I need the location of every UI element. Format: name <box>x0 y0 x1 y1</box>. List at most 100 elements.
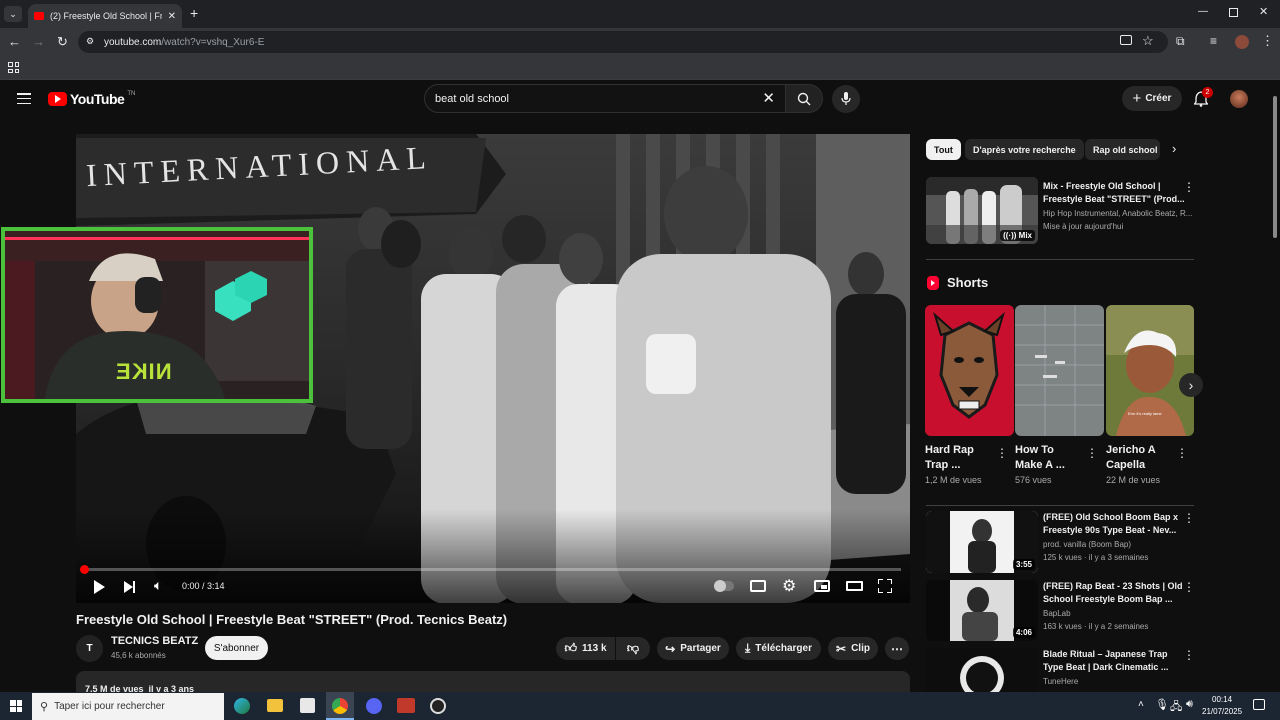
mix-more-icon[interactable]: ⋮ <box>1183 180 1195 194</box>
close-window-icon[interactable]: ✕ <box>1259 5 1268 18</box>
rec-more-icon-1[interactable]: ⋮ <box>1183 511 1195 525</box>
address-bar[interactable]: ⚙ youtube.com /watch?v=vshq_Xur6-E ☆ <box>78 31 1168 53</box>
back-icon[interactable]: ← <box>8 34 21 49</box>
windows-start-icon[interactable] <box>10 700 22 712</box>
rec-title-3a[interactable]: Blade Ritual – Japanese Trap <box>1043 648 1168 660</box>
short-title-2b[interactable]: Make A ... <box>1015 458 1065 472</box>
play-button[interactable] <box>94 580 105 594</box>
theater-mode-icon[interactable] <box>846 581 863 591</box>
store-app-icon[interactable] <box>300 698 315 713</box>
clock-date[interactable]: 21/07/2025 <box>1202 707 1242 716</box>
apps-grid-icon[interactable] <box>8 62 19 73</box>
short-thumbnail-3[interactable]: Erm it's really lame <box>1106 305 1194 436</box>
reading-list-icon[interactable]: ≡ <box>1210 34 1217 48</box>
progress-scrubber[interactable] <box>80 565 89 574</box>
short-title-3b[interactable]: Capella <box>1106 458 1145 472</box>
short-title-3a[interactable]: Jericho A <box>1106 443 1156 457</box>
bookmark-star-icon[interactable]: ☆ <box>1142 33 1154 49</box>
hamburger-menu-icon[interactable] <box>17 93 31 104</box>
search-button[interactable] <box>785 84 823 113</box>
short-title-2a[interactable]: How To <box>1015 443 1054 457</box>
create-button[interactable]: + Créer <box>1122 86 1182 111</box>
browser-menu-icon[interactable]: ⋮ <box>1261 33 1274 49</box>
search-input[interactable]: beat old school ✕ <box>424 84 786 113</box>
rec-more-icon-2[interactable]: ⋮ <box>1183 580 1195 594</box>
minimize-icon[interactable]: — <box>1198 6 1208 17</box>
download-button[interactable]: ⤓ Télécharger <box>736 637 821 660</box>
rec-thumbnail-1[interactable]: 3:55 <box>926 511 1038 573</box>
site-info-icon[interactable]: ⚙ <box>86 36 97 47</box>
fullscreen-icon[interactable] <box>878 579 892 593</box>
short-thumbnail-1[interactable] <box>925 305 1014 436</box>
clear-search-icon[interactable]: ✕ <box>762 89 775 107</box>
rec-title-1a[interactable]: (FREE) Old School Boom Bap x <box>1043 511 1178 523</box>
account-avatar[interactable] <box>1230 90 1248 108</box>
progress-bar[interactable] <box>80 565 901 574</box>
edge-app-icon[interactable] <box>234 698 250 714</box>
short-more-icon-3[interactable]: ⋮ <box>1176 446 1188 460</box>
share-button[interactable]: ↪ Partager <box>657 637 729 660</box>
next-button[interactable] <box>124 581 135 593</box>
rec-thumbnail-2[interactable]: 4:06 <box>926 580 1038 641</box>
short-more-icon-1[interactable]: ⋮ <box>996 446 1008 460</box>
short-title-1a[interactable]: Hard Rap <box>925 443 974 457</box>
short-title-1b[interactable]: Trap ... <box>925 458 960 472</box>
discord-app-icon[interactable] <box>366 698 382 714</box>
dislike-button[interactable]: 👎︎ <box>616 637 650 660</box>
obs-app-icon[interactable] <box>430 698 446 714</box>
logo-text: YouTube <box>70 91 125 107</box>
rec-title-2b[interactable]: School Freestyle Boom Bap ... <box>1043 593 1173 605</box>
short-more-icon-2[interactable]: ⋮ <box>1086 446 1098 460</box>
settings-gear-icon[interactable]: ⚙ <box>782 576 796 596</box>
tray-network-icon[interactable]: 🖧︎ <box>1170 698 1182 717</box>
mix-thumbnail[interactable]: ((·)) Mix <box>926 177 1038 244</box>
taskbar-search-input[interactable]: ⚲ Taper ici pour rechercher <box>32 693 224 720</box>
chip-related-search[interactable]: D'après votre recherche <box>965 139 1084 160</box>
tab-close-icon[interactable]: ✕ <box>168 11 176 22</box>
subscribe-button[interactable]: S'abonner <box>205 636 268 660</box>
tray-mic-icon[interactable]: 🎙︎ <box>1155 698 1169 711</box>
rec-thumbnail-3[interactable] <box>926 648 1038 692</box>
restore-icon[interactable] <box>1229 8 1238 17</box>
youtube-logo[interactable]: YouTube TN <box>48 91 135 107</box>
rec-more-icon-3[interactable]: ⋮ <box>1183 648 1195 662</box>
mix-title-1[interactable]: Mix - Freestyle Old School | <box>1043 180 1161 192</box>
volume-icon[interactable]: 🔈︎ <box>154 577 162 594</box>
forward-icon[interactable]: → <box>32 34 45 49</box>
voice-search-button[interactable] <box>832 85 860 113</box>
more-actions-button[interactable]: ⋯ <box>885 637 909 660</box>
profile-avatar[interactable] <box>1235 35 1249 49</box>
browser-tab-active[interactable]: (2) Freestyle Old School | Freestyle ✕ <box>28 4 182 28</box>
description-box[interactable]: 7,5 M de vues il y a 3 ans <box>76 671 910 694</box>
clock-time[interactable]: 00:14 <box>1212 695 1232 704</box>
rec-title-1b[interactable]: Freestyle 90s Type Beat - Nev... <box>1043 524 1176 536</box>
reload-icon[interactable]: ↻ <box>57 34 68 50</box>
channel-name[interactable]: TECNICS BEATZ <box>111 635 198 647</box>
tray-chevron-icon[interactable]: ˄ <box>1138 699 1144 710</box>
notifications-button[interactable]: 2 <box>1194 87 1213 107</box>
file-explorer-icon[interactable] <box>267 699 283 712</box>
tab-search-button[interactable]: ⌄ <box>4 6 22 22</box>
extensions-icon[interactable]: ⧉ <box>1176 34 1185 49</box>
subtitles-icon[interactable] <box>750 580 766 592</box>
notification-center-icon[interactable] <box>1253 699 1265 710</box>
mix-title-2[interactable]: Freestyle Beat "STREET" (Prod... <box>1043 193 1185 205</box>
media-app-icon[interactable] <box>397 698 415 713</box>
tray-volume-icon[interactable]: 🔊︎ <box>1186 698 1193 711</box>
like-button[interactable]: 👍︎ 113 k <box>556 637 615 660</box>
chip-all[interactable]: Tout <box>926 139 961 160</box>
shorts-next-button[interactable]: › <box>1179 373 1203 397</box>
page-scrollbar[interactable] <box>1270 82 1280 692</box>
chip-rap-old-school[interactable]: Rap old school <box>1085 139 1160 160</box>
install-app-icon[interactable] <box>1120 35 1132 45</box>
short-thumbnail-2[interactable] <box>1015 305 1104 436</box>
rec-title-2a[interactable]: (FREE) Rap Beat - 23 Shots | Old <box>1043 580 1183 592</box>
chrome-app-active[interactable] <box>326 692 354 720</box>
miniplayer-icon[interactable] <box>814 580 830 592</box>
channel-avatar[interactable]: T <box>76 635 103 662</box>
chips-next-icon[interactable]: › <box>1172 141 1176 156</box>
new-tab-icon[interactable]: + <box>190 5 198 21</box>
clip-button[interactable]: ✂ Clip <box>828 637 878 660</box>
autoplay-toggle[interactable] <box>714 580 734 592</box>
rec-title-3b[interactable]: Type Beat | Dark Cinematic ... <box>1043 661 1168 673</box>
